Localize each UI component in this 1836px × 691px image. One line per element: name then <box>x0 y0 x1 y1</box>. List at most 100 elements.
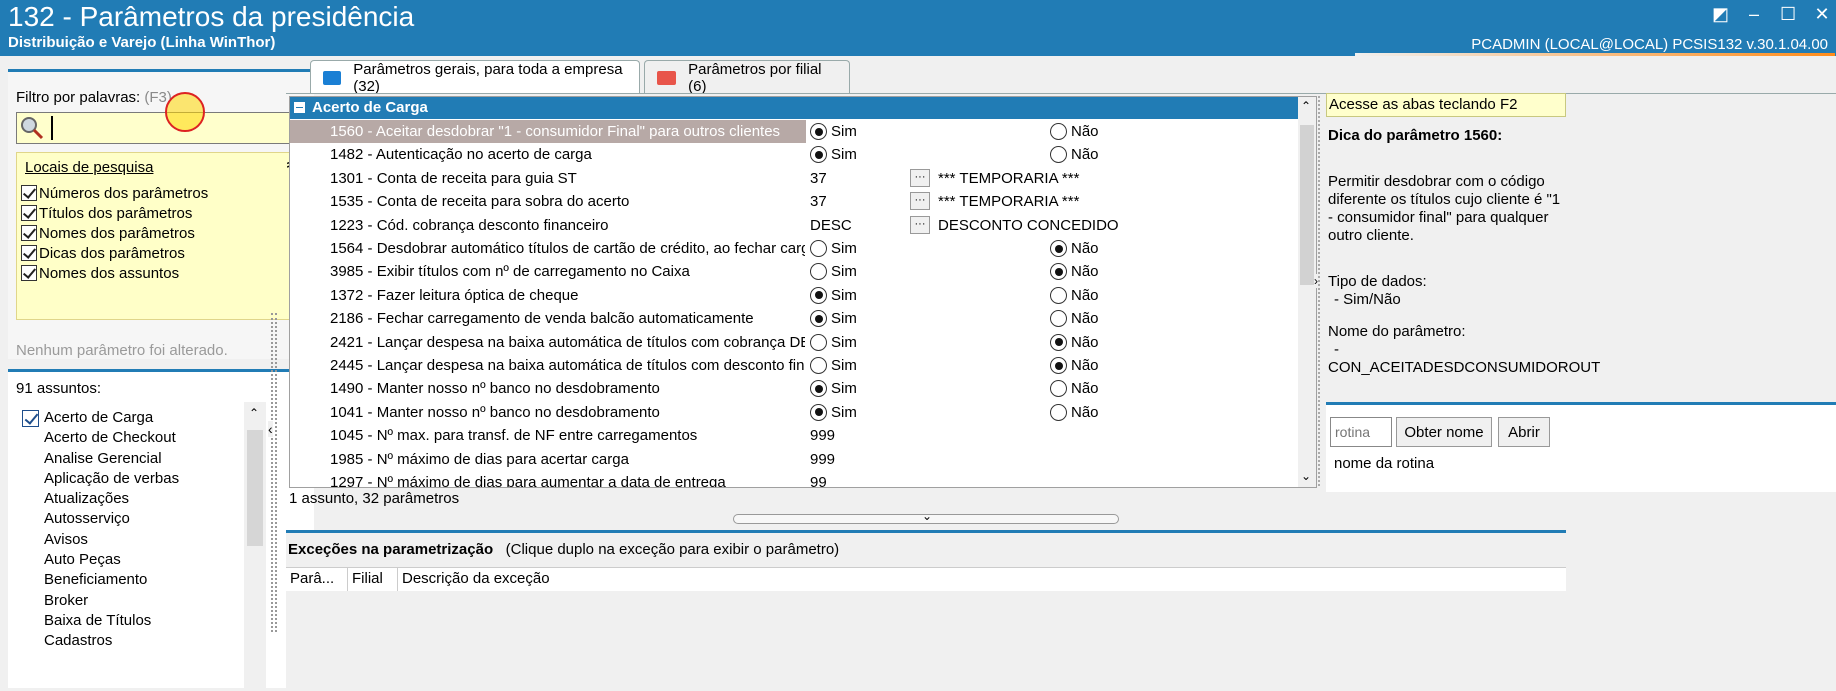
radio-yes[interactable]: Sim <box>810 286 857 304</box>
subject-item[interactable]: Beneficiamento <box>16 570 266 590</box>
radio-no[interactable]: Não <box>1050 240 1099 257</box>
parameter-row[interactable]: 1564 - Desdobrar automático títulos de c… <box>290 237 1298 261</box>
radio-icon[interactable] <box>810 380 827 398</box>
maximize-icon[interactable]: ☐ <box>1780 4 1796 25</box>
scrollbar-thumb[interactable] <box>247 430 263 546</box>
radio-yes[interactable]: Sim <box>810 333 857 351</box>
parameter-row[interactable]: 1490 - Manter nosso nº banco no desdobra… <box>290 377 1298 401</box>
subjects-scrollbar[interactable]: ⌃ <box>244 402 266 691</box>
search-field[interactable] <box>16 112 306 144</box>
radio-icon[interactable] <box>1050 123 1067 140</box>
radio-no[interactable]: Não <box>1050 286 1099 304</box>
radio-icon[interactable] <box>810 123 827 140</box>
radio-yes[interactable]: Sim <box>810 146 857 164</box>
left-splitter[interactable]: ‹ <box>268 313 280 632</box>
parameter-row[interactable]: 2421 - Lançar despesa na baixa automátic… <box>290 330 1298 354</box>
group-header[interactable]: Acerto de Carga <box>290 97 1298 119</box>
radio-icon[interactable] <box>1050 286 1067 304</box>
radio-yes[interactable]: Sim <box>810 310 857 328</box>
checkbox-numeros[interactable]: Números dos parâmetros <box>21 183 208 203</box>
checkbox-icon[interactable] <box>22 410 39 427</box>
tab-parametros-gerais[interactable]: Parâmetros gerais, para toda a empresa (… <box>310 60 640 95</box>
radio-no[interactable]: Não <box>1050 146 1099 164</box>
get-name-button[interactable]: Obter nome <box>1396 417 1492 447</box>
parameter-row[interactable]: 1045 - Nº max. para transf. de NF entre … <box>290 424 1298 448</box>
radio-icon[interactable] <box>810 286 827 304</box>
close-icon[interactable]: ✕ <box>1814 4 1830 25</box>
subject-item[interactable]: Aplicação de verbas <box>16 469 266 489</box>
parameter-row[interactable]: 1985 - Nº máximo de dias para acertar ca… <box>290 447 1298 471</box>
value-cell[interactable] <box>806 424 1298 448</box>
radio-yes[interactable]: Sim <box>810 263 857 281</box>
column-header[interactable]: Descrição da exceção <box>398 568 698 591</box>
parameter-row[interactable]: 1535 - Conta de receita para sobra do ac… <box>290 190 1298 214</box>
parameter-row[interactable]: 2186 - Fechar carregamento de venda balc… <box>290 307 1298 331</box>
lookup-button[interactable]: ··· <box>910 192 930 211</box>
chevron-down-icon[interactable]: ⌄ <box>922 509 932 523</box>
parameter-value[interactable]: 999 <box>810 448 835 471</box>
radio-no[interactable]: Não <box>1050 310 1099 328</box>
column-header[interactable]: Parâ... <box>286 568 348 591</box>
checkbox-nomes[interactable]: Nomes dos parâmetros <box>21 223 195 243</box>
radio-icon[interactable] <box>1050 357 1067 374</box>
radio-yes[interactable]: Sim <box>810 240 857 257</box>
radio-icon[interactable] <box>810 146 827 164</box>
grid-scrollbar[interactable]: ⌃ ⌄ <box>1298 97 1316 487</box>
radio-no[interactable]: Não <box>1050 380 1099 398</box>
splitter-grip[interactable] <box>1318 96 1320 486</box>
radio-icon[interactable] <box>810 240 827 257</box>
radio-icon[interactable] <box>1050 403 1067 421</box>
checkbox-icon[interactable] <box>21 185 37 201</box>
radio-icon[interactable] <box>1050 310 1067 328</box>
parameter-row[interactable]: 2445 - Lançar despesa na baixa automátic… <box>290 354 1298 378</box>
parameter-row[interactable]: 1223 - Cód. cobrança desconto financeiro… <box>290 213 1298 237</box>
lookup-button[interactable]: ··· <box>910 215 930 234</box>
radio-icon[interactable] <box>810 403 827 421</box>
parameter-row[interactable]: 1482 - Autenticação no acerto de carga Si… <box>290 143 1298 167</box>
radio-no[interactable]: Não <box>1050 357 1099 374</box>
subject-item[interactable]: Cadastros <box>16 631 266 651</box>
checkbox-icon[interactable] <box>21 245 37 261</box>
parameter-value[interactable]: DESC <box>810 214 852 237</box>
radio-no[interactable]: Não <box>1050 403 1099 421</box>
minimize-icon[interactable]: – <box>1746 4 1762 25</box>
radio-icon[interactable] <box>1050 146 1067 164</box>
radio-yes[interactable]: Sim <box>810 380 857 398</box>
radio-yes[interactable]: Sim <box>810 403 857 421</box>
chevron-up-icon[interactable]: ⌃ <box>249 406 259 420</box>
parameter-row[interactable]: 3985 - Exibir títulos com nº de carregam… <box>290 260 1298 284</box>
subject-item[interactable]: Autosserviço <box>16 509 266 529</box>
splitter-grip[interactable] <box>271 313 277 632</box>
subject-item[interactable]: Broker <box>16 591 266 611</box>
radio-yes[interactable]: Sim <box>810 357 857 374</box>
radio-icon[interactable] <box>810 357 827 374</box>
parameter-value[interactable]: 999 <box>810 424 835 447</box>
checkbox-assuntos[interactable]: Nomes dos assuntos <box>21 263 179 283</box>
parameter-value[interactable]: 37 <box>810 167 827 190</box>
chevron-left-icon[interactable]: ‹ <box>268 421 273 437</box>
checkbox-dicas[interactable]: Dicas dos parâmetros <box>21 243 185 263</box>
chevron-up-icon[interactable]: ⌃ <box>1301 99 1311 113</box>
radio-icon[interactable] <box>1050 263 1067 281</box>
scrollbar-thumb[interactable] <box>1300 125 1314 285</box>
radio-icon[interactable] <box>810 333 827 351</box>
radio-no[interactable]: Não <box>1050 263 1099 281</box>
radio-icon[interactable] <box>1050 380 1067 398</box>
radio-icon[interactable] <box>1050 333 1067 351</box>
parameter-row[interactable]: 1560 - Aceitar desdobrar "1 - consumidor… <box>290 120 1298 144</box>
value-cell[interactable] <box>806 447 1298 471</box>
subject-item[interactable]: Acerto de Carga <box>16 408 266 428</box>
parameter-value[interactable]: 99 <box>810 471 827 487</box>
subject-item[interactable]: Auto Peças <box>16 550 266 570</box>
bottom-splitter[interactable]: ⌄ <box>733 509 1119 524</box>
subject-item[interactable]: Avisos <box>16 530 266 550</box>
subject-item[interactable]: Baixa de Títulos <box>16 611 266 631</box>
rotina-input[interactable] <box>1330 417 1392 447</box>
parameter-row[interactable]: 1301 - Conta de receita para guia ST 37 ··… <box>290 166 1298 191</box>
radio-no[interactable]: Não <box>1050 333 1099 351</box>
chevron-right-icon[interactable]: › <box>1314 274 1318 288</box>
subject-item[interactable]: Atualizações <box>16 489 266 509</box>
value-cell[interactable] <box>806 471 1298 487</box>
checkbox-icon[interactable] <box>21 205 37 221</box>
radio-no[interactable]: Não <box>1050 123 1099 140</box>
